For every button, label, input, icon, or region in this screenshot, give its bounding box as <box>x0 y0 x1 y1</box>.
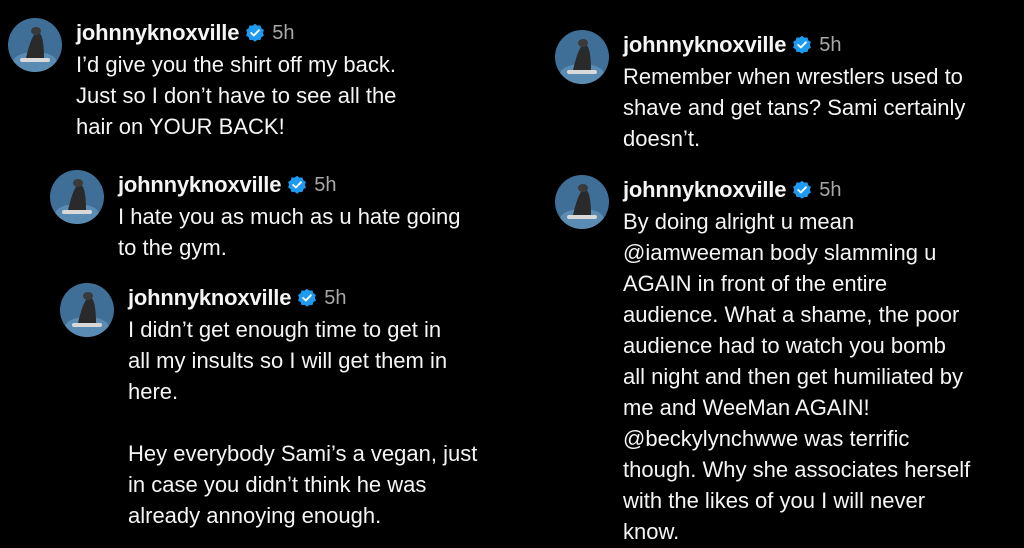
comment-content: johnnyknoxville 5h I hate you as much as… <box>118 170 460 263</box>
comment-text: I’d give you the shirt off my back. Just… <box>76 52 397 139</box>
username[interactable]: johnnyknoxville <box>118 172 281 198</box>
comment-text: Remember when wrestlers used to shave an… <box>623 64 966 151</box>
comment-content: johnnyknoxville 5h I’d give you the shir… <box>76 18 396 142</box>
timestamp: 5h <box>324 286 347 309</box>
comment-text: By doing alright u mean @iamweeman body … <box>623 209 971 544</box>
verified-badge-icon <box>287 175 307 195</box>
verified-badge-icon <box>792 180 812 200</box>
verified-badge-icon <box>792 35 812 55</box>
comment: johnnyknoxville 5h I didn’t get enough t… <box>60 283 530 543</box>
timestamp: 5h <box>819 33 842 56</box>
comment: johnnyknoxville 5h By doing alright u me… <box>555 175 1015 545</box>
comment-header: johnnyknoxville 5h <box>76 18 396 48</box>
comment-header: johnnyknoxville 5h <box>128 283 477 313</box>
comment: johnnyknoxville 5h Remember when wrestle… <box>555 30 1015 160</box>
timestamp: 5h <box>314 173 337 196</box>
avatar[interactable] <box>50 170 104 224</box>
verified-badge-icon <box>245 23 265 43</box>
username[interactable]: johnnyknoxville <box>128 285 291 311</box>
timestamp: 5h <box>819 178 842 201</box>
verified-badge-icon <box>297 288 317 308</box>
avatar[interactable] <box>555 175 609 229</box>
comment-content: johnnyknoxville 5h I didn’t get enough t… <box>128 283 477 531</box>
comment: johnnyknoxville 5h I’d give you the shir… <box>8 18 448 153</box>
username[interactable]: johnnyknoxville <box>623 177 786 203</box>
timestamp: 5h <box>272 21 295 44</box>
comment-header: johnnyknoxville 5h <box>623 175 970 205</box>
comment-text: I hate you as much as u hate going to th… <box>118 204 461 260</box>
avatar[interactable] <box>8 18 62 72</box>
comment-text: I didn’t get enough time to get in all m… <box>128 317 478 528</box>
comment-content: johnnyknoxville 5h Remember when wrestle… <box>623 30 965 154</box>
avatar[interactable] <box>60 283 114 337</box>
username[interactable]: johnnyknoxville <box>76 20 239 46</box>
comment-content: johnnyknoxville 5h By doing alright u me… <box>623 175 970 547</box>
avatar[interactable] <box>555 30 609 84</box>
comment-header: johnnyknoxville 5h <box>118 170 460 200</box>
username[interactable]: johnnyknoxville <box>623 32 786 58</box>
comment: johnnyknoxville 5h I hate you as much as… <box>50 170 530 270</box>
comment-header: johnnyknoxville 5h <box>623 30 965 60</box>
